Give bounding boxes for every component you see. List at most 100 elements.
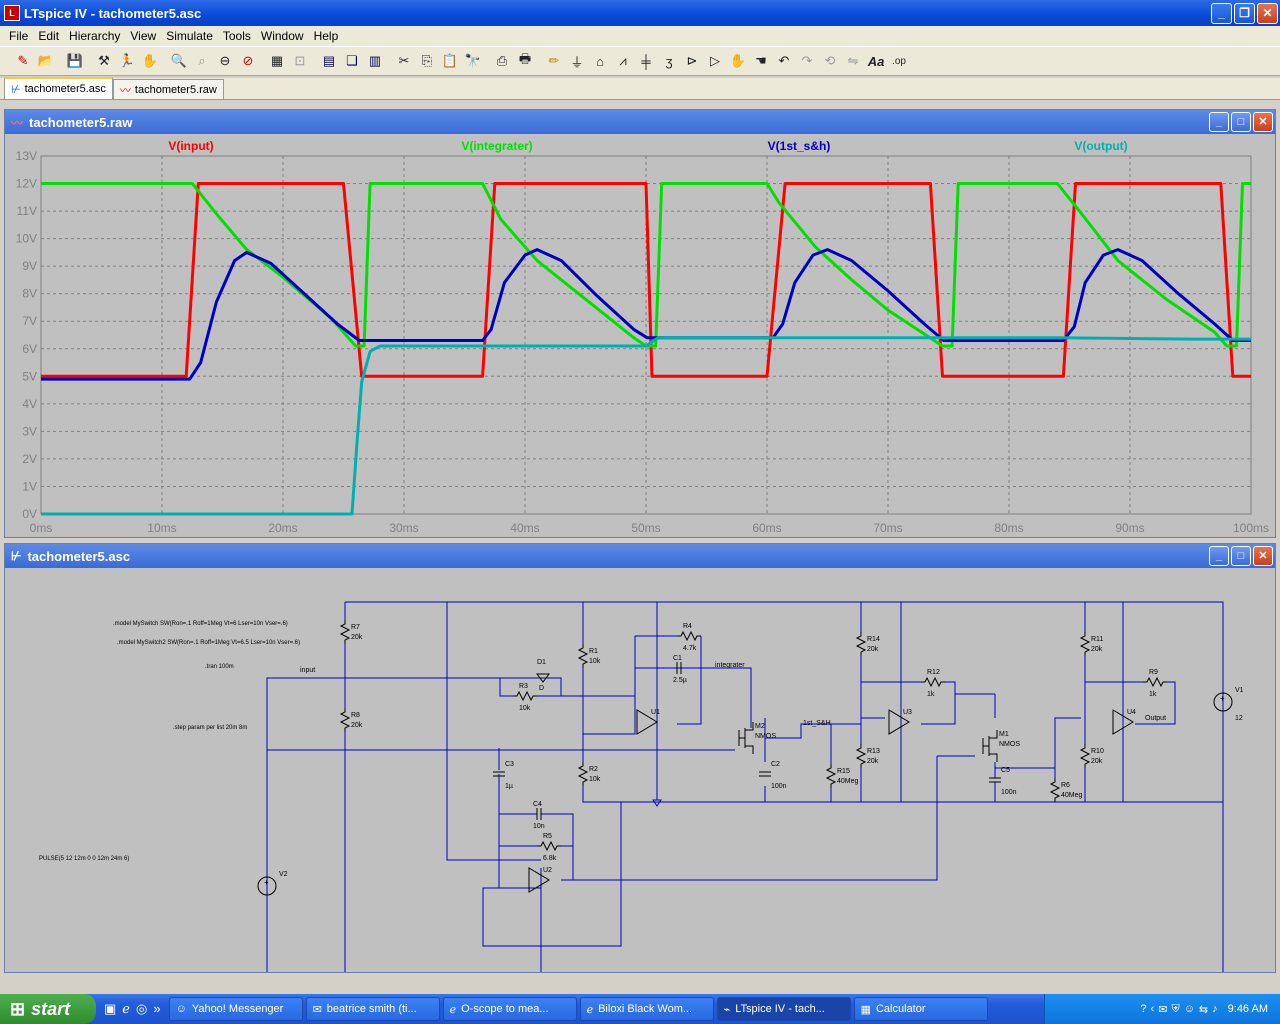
zoom-full-icon[interactable]: ⊡: [289, 50, 311, 72]
diode-icon[interactable]: ⊳: [681, 50, 703, 72]
schematic-icon: ⊬: [11, 549, 22, 563]
open-icon[interactable]: 📂: [35, 50, 57, 72]
tray-expand-icon[interactable]: ‹: [1151, 1003, 1155, 1015]
text-icon[interactable]: Aa: [865, 50, 887, 72]
legend-label[interactable]: V(input): [168, 139, 213, 153]
move-icon[interactable]: ✋: [727, 50, 749, 72]
help-icon[interactable]: ?: [1140, 1003, 1146, 1015]
show-desktop-icon[interactable]: ▣: [104, 1001, 116, 1017]
component-ref: V2: [279, 871, 288, 878]
component-icon[interactable]: ▷: [704, 50, 726, 72]
zoom-cancel-icon[interactable]: ⊘: [237, 50, 259, 72]
spice-directive-icon[interactable]: .op: [888, 50, 910, 72]
resistor-R11[interactable]: [1079, 632, 1091, 656]
internet-explorer-icon[interactable]: ℯ: [122, 1001, 130, 1017]
drag-icon[interactable]: ☚: [750, 50, 772, 72]
print-icon[interactable]: 🖶: [514, 50, 536, 72]
task-calculator[interactable]: ▦ Calculator: [853, 997, 988, 1021]
resistor-R4[interactable]: [677, 630, 701, 642]
component-ref: U2: [543, 867, 552, 874]
ground-icon[interactable]: ⏚: [566, 50, 588, 72]
task-beatrice-smith[interactable]: ✉ beatrice smith (ti...: [305, 997, 440, 1021]
resistor-R1[interactable]: [577, 644, 589, 668]
resistor-R2[interactable]: [577, 762, 589, 786]
resistor-R7[interactable]: [339, 620, 351, 644]
resistor-R9[interactable]: [1143, 676, 1167, 688]
menu-edit[interactable]: Edit: [33, 29, 64, 43]
waveform-close-button[interactable]: ✕: [1253, 112, 1273, 132]
task-ltspice[interactable]: ⌁ LTspice IV - tach...: [716, 997, 851, 1021]
resistor-icon[interactable]: ⩘: [612, 50, 634, 72]
legend-label[interactable]: V(1st_s&h): [768, 139, 831, 153]
resistor-R10[interactable]: [1079, 744, 1091, 768]
resistor-R15[interactable]: [825, 764, 837, 788]
mail-icon[interactable]: ✉: [1158, 1003, 1167, 1016]
messenger-icon[interactable]: ☺: [1184, 1003, 1195, 1015]
menu-window[interactable]: Window: [256, 29, 309, 43]
cascade-icon[interactable]: ❏: [341, 50, 363, 72]
volume-icon[interactable]: ♪: [1212, 1003, 1218, 1015]
waveform-plot[interactable]: 0V 1V 2V 3V 4V 5V 6V 7V 8V 9V 10V 11V 12V 13V 0ms 10ms 2…: [5, 134, 1275, 537]
close-button[interactable]: ✕: [1257, 3, 1278, 24]
menu-view[interactable]: View: [125, 29, 161, 43]
control-panel-icon[interactable]: ⚒: [93, 50, 115, 72]
search-icon[interactable]: ◎: [136, 1001, 147, 1017]
menu-simulate[interactable]: Simulate: [161, 29, 218, 43]
tile-horizontal-icon[interactable]: ▤: [318, 50, 340, 72]
resistor-R14[interactable]: [855, 632, 867, 656]
menu-file[interactable]: File: [4, 29, 33, 43]
waveform-minimize-button[interactable]: _: [1209, 112, 1229, 132]
schematic-minimize-button[interactable]: _: [1209, 546, 1229, 566]
zoom-area-icon[interactable]: ⌕: [191, 50, 213, 72]
menu-tools[interactable]: Tools: [218, 29, 256, 43]
save-icon[interactable]: 💾: [64, 50, 86, 72]
start-button[interactable]: ⊞ start: [0, 994, 96, 1024]
autorange-icon[interactable]: ▦: [266, 50, 288, 72]
find-icon[interactable]: 🔭: [462, 50, 484, 72]
schematic-close-button[interactable]: ✕: [1253, 546, 1273, 566]
capacitor-icon[interactable]: ╪: [635, 50, 657, 72]
cut-icon[interactable]: ✂: [393, 50, 415, 72]
run-icon[interactable]: 🏃: [116, 50, 138, 72]
component-value: 20k: [1091, 646, 1103, 653]
resistor-R5[interactable]: [537, 840, 561, 852]
redo-icon[interactable]: ↷: [796, 50, 818, 72]
zoom-in-icon[interactable]: 🔍: [168, 50, 190, 72]
component-value: 1k: [927, 691, 935, 698]
halt-icon[interactable]: ✋: [139, 50, 161, 72]
maximize-button[interactable]: ❐: [1234, 3, 1255, 24]
resistor-R12[interactable]: [921, 676, 945, 688]
resistor-R8[interactable]: [339, 708, 351, 732]
waveform-maximize-button[interactable]: □: [1231, 112, 1251, 132]
rotate-icon[interactable]: ⟲: [819, 50, 841, 72]
new-schematic-icon[interactable]: ✎: [12, 50, 34, 72]
paste-icon[interactable]: 📋: [439, 50, 461, 72]
wire-icon[interactable]: ✏: [543, 50, 565, 72]
chevron-right-icon[interactable]: »: [153, 1001, 160, 1017]
shield-icon[interactable]: ⛨: [1171, 1003, 1179, 1016]
resistor-R13[interactable]: [855, 744, 867, 768]
resistor-R3[interactable]: [513, 690, 537, 702]
schematic-canvas[interactable]: .model MySwitch SW(Ron=.1 Roff=1Meg Vt=6…: [5, 568, 1275, 972]
label-icon[interactable]: ⌂: [589, 50, 611, 72]
tab-schematic[interactable]: ⊬ tachometer5.asc: [4, 77, 113, 99]
legend-label[interactable]: V(integrater): [461, 139, 532, 153]
legend-label[interactable]: V(output): [1074, 139, 1127, 153]
copy-icon[interactable]: ⎘: [416, 50, 438, 72]
task-biloxi[interactable]: ℯ Biloxi Black Wom...: [579, 997, 714, 1021]
mirror-icon[interactable]: ⇋: [842, 50, 864, 72]
menu-hierarchy[interactable]: Hierarchy: [64, 29, 125, 43]
undo-icon[interactable]: ↶: [773, 50, 795, 72]
task-o-scope[interactable]: ℯ O-scope to mea...: [442, 997, 577, 1021]
resistor-R6[interactable]: [1049, 778, 1061, 802]
tab-waveform[interactable]: 〰 tachometer5.raw: [112, 79, 224, 99]
network-icon[interactable]: ⇆: [1199, 1003, 1208, 1016]
inductor-icon[interactable]: ʒ: [658, 50, 680, 72]
zoom-out-icon[interactable]: ⊖: [214, 50, 236, 72]
schematic-maximize-button[interactable]: □: [1231, 546, 1251, 566]
tile-vertical-icon[interactable]: ▥: [364, 50, 386, 72]
minimize-button[interactable]: _: [1211, 3, 1232, 24]
menu-help[interactable]: Help: [309, 29, 344, 43]
task-yahoo-messenger[interactable]: ☺ Yahoo! Messenger: [168, 997, 303, 1021]
print-setup-icon[interactable]: ⎙: [491, 50, 513, 72]
